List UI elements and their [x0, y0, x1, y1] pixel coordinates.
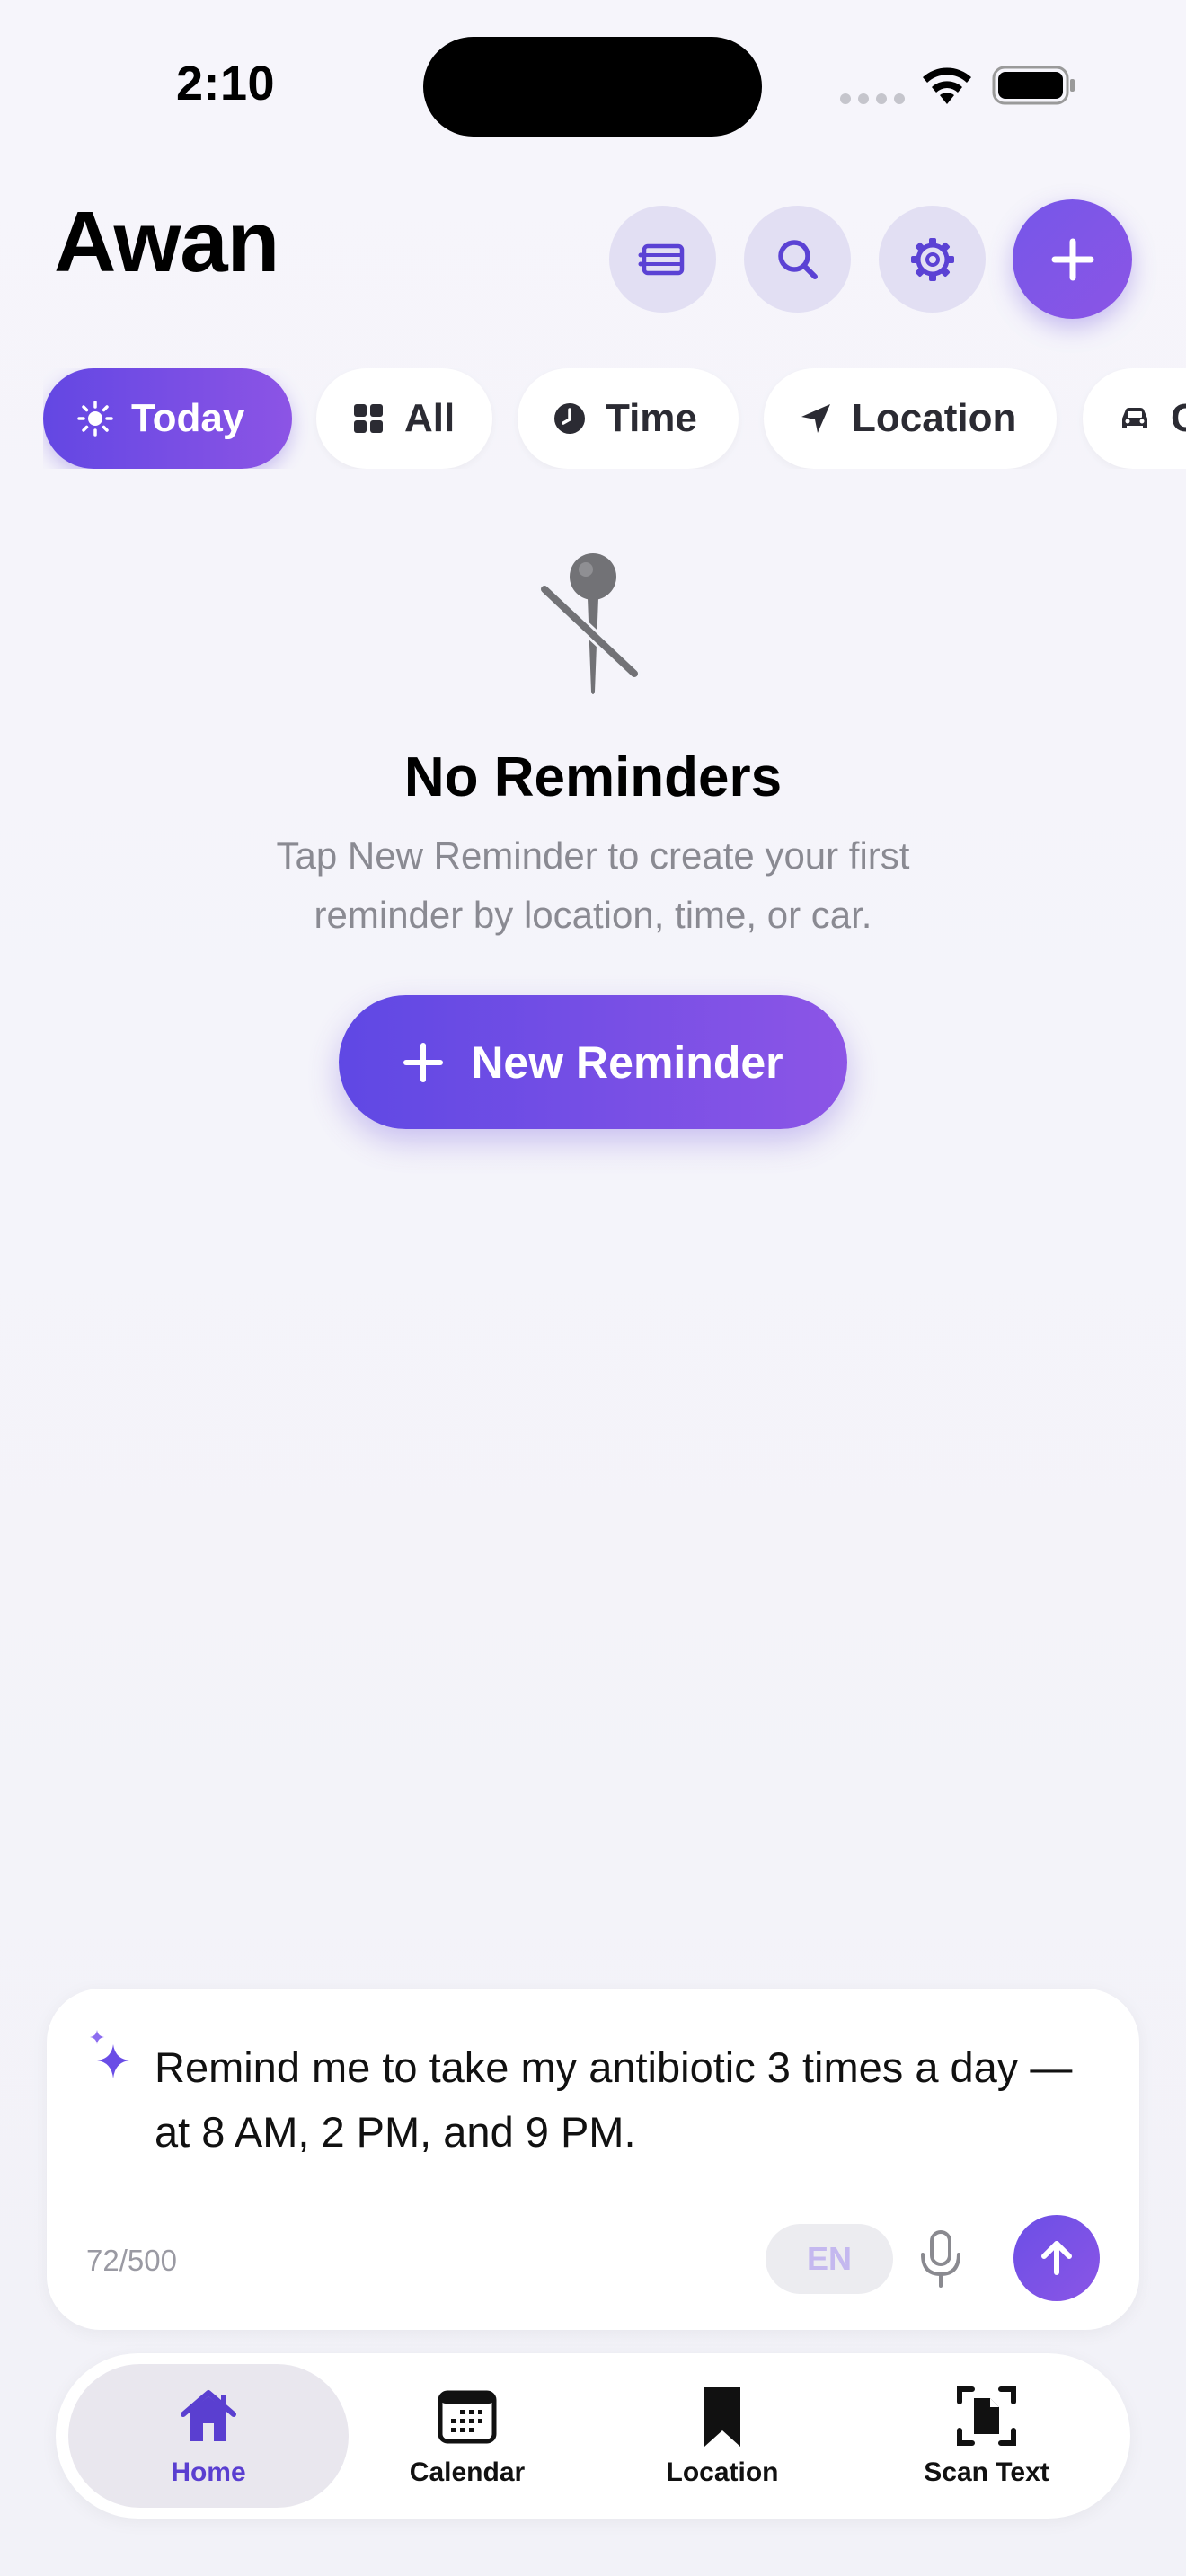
arrow-up-icon: [1041, 2241, 1072, 2275]
send-button[interactable]: [1013, 2215, 1100, 2301]
wifi-icon: [923, 67, 971, 104]
tab-location[interactable]: Location: [615, 2364, 830, 2508]
tab-home[interactable]: Home: [68, 2364, 349, 2508]
list-icon: [638, 243, 684, 275]
settings-button[interactable]: [879, 206, 986, 313]
sun-icon: [77, 401, 113, 437]
filter-chip-label: Today: [131, 396, 245, 440]
app-title: Awan: [54, 194, 279, 290]
new-reminder-label: New Reminder: [471, 1037, 783, 1088]
app-screen: 2:10 Awan Today All Time Location C No R…: [0, 0, 1186, 2576]
plus-icon: [1051, 238, 1093, 280]
status-time: 2:10: [176, 57, 276, 110]
filter-chip-today[interactable]: Today: [43, 368, 292, 469]
filter-chip-label: Car: [1171, 396, 1186, 440]
empty-state-title: No Reminders: [403, 746, 783, 808]
location-arrow-icon: [801, 404, 830, 433]
filter-chip-all[interactable]: All: [316, 368, 492, 469]
reminder-composer: Remind me to take my antibiotic 3 times …: [47, 1989, 1139, 2330]
filter-chip-label: All: [404, 396, 456, 440]
filter-chips: Today All Time Location C: [43, 368, 1186, 469]
filter-chip-label: Location: [852, 396, 1017, 440]
sparkle-icon: [90, 2030, 129, 2078]
list-view-button[interactable]: [609, 206, 716, 313]
gear-icon: [910, 237, 954, 281]
plus-icon: [403, 1042, 444, 1082]
search-icon: [777, 239, 818, 279]
tab-calendar[interactable]: Calendar: [359, 2364, 575, 2508]
bookmark-icon: [704, 2387, 740, 2447]
scan-document-icon: [957, 2386, 1016, 2446]
tab-scan-text[interactable]: Scan Text: [870, 2364, 1103, 2508]
tab-label: Home: [171, 2457, 246, 2487]
language-toggle[interactable]: EN: [766, 2224, 893, 2294]
dynamic-island: [423, 37, 762, 137]
character-counter: 72/500: [86, 2244, 177, 2277]
tab-label: Scan Text: [924, 2457, 1049, 2487]
microphone-button[interactable]: [907, 2228, 974, 2290]
filter-chip-location[interactable]: Location: [764, 368, 1057, 469]
calendar-icon: [438, 2390, 497, 2444]
car-icon: [1122, 408, 1147, 428]
clock-icon: [554, 403, 585, 434]
home-icon: [181, 2390, 236, 2441]
cellular-signal-icon: [840, 93, 905, 104]
filter-chip-car[interactable]: Car: [1083, 368, 1186, 469]
tab-bar: Home Calendar Location Scan Text: [56, 2353, 1130, 2519]
add-reminder-button[interactable]: [1013, 199, 1132, 319]
filter-chip-label: Time: [606, 396, 697, 440]
battery-icon: [992, 66, 1075, 105]
grid-icon: [354, 404, 383, 433]
new-reminder-button[interactable]: New Reminder: [339, 995, 847, 1129]
empty-state-subtitle: Tap New Reminder to create your first re…: [276, 834, 910, 936]
tab-label: Location: [666, 2457, 779, 2487]
tab-label: Calendar: [409, 2457, 526, 2487]
microphone-icon: [921, 2230, 960, 2288]
search-button[interactable]: [744, 206, 851, 313]
filter-chip-time[interactable]: Time: [518, 368, 739, 469]
reminder-text-input[interactable]: Remind me to take my antibiotic 3 times …: [155, 2035, 1116, 2165]
pin-slash-icon: [538, 553, 641, 694]
